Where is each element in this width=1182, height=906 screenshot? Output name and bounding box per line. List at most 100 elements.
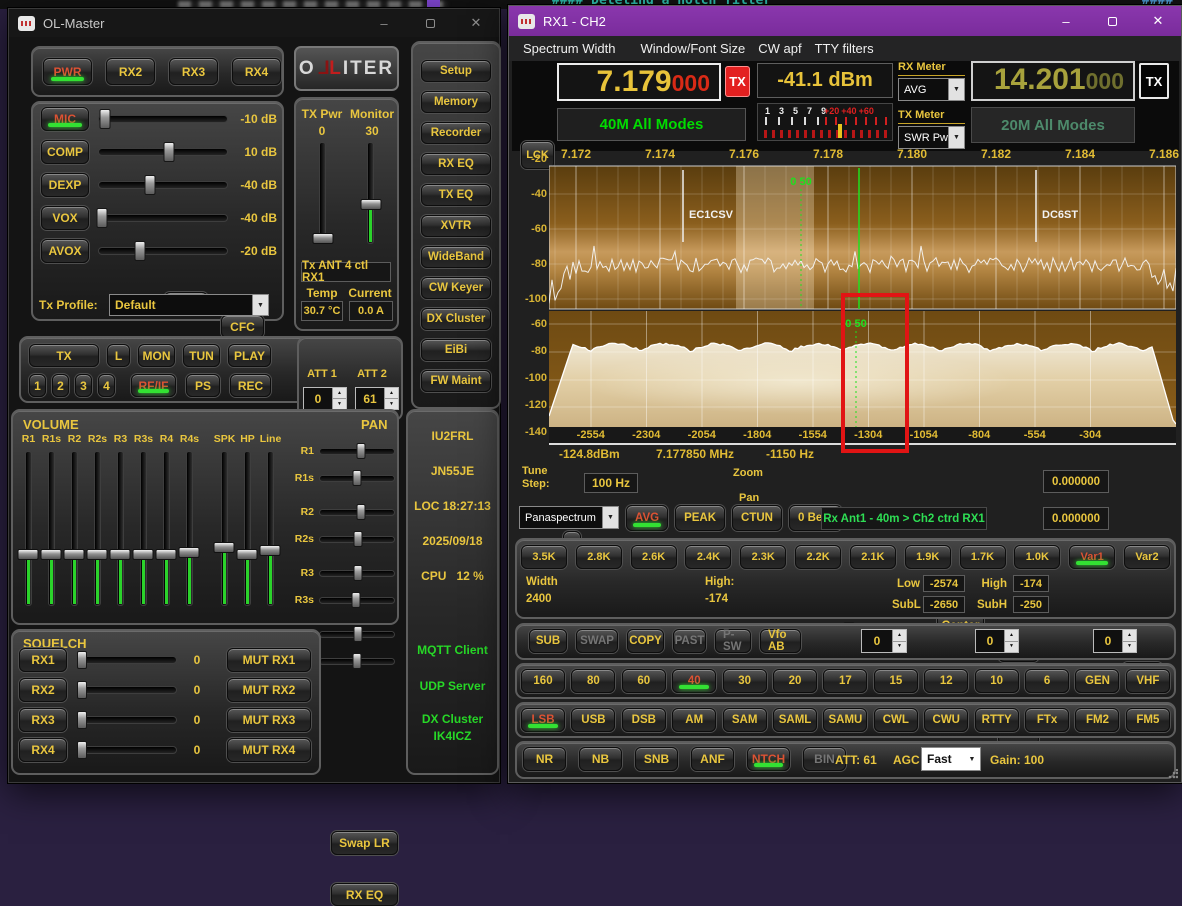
band-17-button[interactable]: 17	[823, 669, 867, 693]
rx-select-rx2-button[interactable]: RX2	[106, 58, 155, 85]
band-160-button[interactable]: 160	[521, 669, 565, 693]
mode-ftx-button[interactable]: FTx	[1025, 708, 1069, 732]
menu-wideband-button[interactable]: WideBand	[421, 246, 491, 268]
band-20-button[interactable]: 20	[773, 669, 817, 693]
tx-profile-select[interactable]: Default▼	[109, 294, 269, 316]
menu-xvtr-button[interactable]: XVTR	[421, 215, 491, 237]
avox-slider[interactable]	[98, 247, 228, 255]
txctl-rf-if-button[interactable]: RF/IF	[131, 374, 176, 397]
mute-rx2-button[interactable]: MUT RX2	[227, 678, 311, 702]
pan-r2s-row[interactable]: R2s	[287, 531, 397, 547]
chevron-down-icon[interactable]: ▼	[964, 748, 980, 770]
filter-2-1k-button[interactable]: 2.1K	[850, 545, 896, 569]
monitor-fader-thumb[interactable]	[360, 199, 381, 210]
rx-title-bar[interactable]: RX1 - CH2 – ✕	[509, 6, 1181, 36]
volume-r4-fader[interactable]	[163, 451, 170, 606]
chevron-down-icon[interactable]: ▼	[602, 507, 618, 528]
txctl-ps-button[interactable]: PS	[186, 374, 220, 397]
ris-down-icon[interactable]: ▼	[1005, 641, 1018, 653]
att1-down-icon[interactable]: ▼	[333, 398, 346, 409]
pan-r2s-slider[interactable]	[319, 536, 395, 543]
dsp-snb-button[interactable]: SNB	[635, 747, 678, 771]
band-10-button[interactable]: 10	[975, 669, 1019, 693]
volume-r2-fader[interactable]	[71, 451, 78, 606]
dexp-button[interactable]: DEXP	[41, 173, 89, 197]
rxsel-1-button[interactable]: 1	[29, 374, 46, 397]
band-40-button[interactable]: 40	[672, 669, 716, 693]
ris-up-icon[interactable]: ▲	[1005, 630, 1018, 641]
att1-up-icon[interactable]: ▲	[333, 388, 346, 398]
pan-r1s-slider[interactable]	[319, 475, 395, 482]
volume-r3[interactable]: R3	[109, 433, 132, 613]
swap-lr-button[interactable]: Swap LR	[331, 831, 398, 855]
ol-close-button[interactable]: ✕	[453, 9, 499, 37]
volume-r2s[interactable]: R2s	[86, 433, 109, 613]
menu-setup-button[interactable]: Setup	[421, 60, 491, 82]
txctl-play-button[interactable]: PLAY	[228, 344, 271, 367]
menu-cw-keyer-button[interactable]: CW Keyer	[421, 277, 491, 299]
volume-r1[interactable]: R1	[17, 433, 40, 613]
filter-1-9k-button[interactable]: 1.9K	[905, 545, 951, 569]
menu-rx-eq-button[interactable]: RX EQ	[421, 153, 491, 175]
squelch-rx3-button[interactable]: RX3	[19, 708, 67, 732]
rit-up-icon[interactable]: ▲	[893, 630, 906, 641]
pan-r1s-row[interactable]: R1s	[287, 470, 397, 486]
squelch-rx2-slider[interactable]	[77, 686, 177, 694]
mode-lsb-button[interactable]: LSB	[521, 708, 565, 732]
volume-r4s-fader[interactable]	[186, 451, 193, 606]
avox-button[interactable]: AVOX	[41, 239, 89, 263]
vfo-op-copy-button[interactable]: COPY	[627, 629, 664, 653]
comp-button[interactable]: COMP	[41, 140, 89, 164]
mode-cwu-button[interactable]: CWU	[924, 708, 968, 732]
mic-slider[interactable]	[98, 115, 228, 123]
menu-dx-cluster-button[interactable]: DX Cluster	[421, 308, 491, 330]
vox-button[interactable]: VOX	[41, 206, 89, 230]
rx-select-pwr-button[interactable]: PWR	[43, 58, 92, 85]
txctl-l-button[interactable]: L	[107, 344, 130, 367]
squelch-rx1-slider[interactable]	[77, 656, 177, 664]
att1-stepper[interactable]: 0▲▼	[303, 387, 347, 410]
band-6-button[interactable]: 6	[1025, 669, 1069, 693]
chevron-down-icon[interactable]: ▼	[252, 295, 268, 315]
menu-eibi-button[interactable]: EiBi	[421, 339, 491, 361]
volume-r4s[interactable]: R4s	[178, 433, 201, 613]
volume-spk[interactable]: SPK	[213, 433, 236, 613]
mute-rx4-button[interactable]: MUT RX4	[227, 738, 311, 762]
rx-minimize-button[interactable]: –	[1043, 6, 1089, 36]
ol-maximize-button[interactable]	[407, 9, 453, 37]
band-80-button[interactable]: 80	[571, 669, 615, 693]
pan-r3s-slider[interactable]	[319, 597, 395, 604]
resize-grip[interactable]	[1168, 769, 1178, 779]
filter-2-4k-button[interactable]: 2.4K	[685, 545, 731, 569]
dsp-ntch-button[interactable]: NTCH	[747, 747, 790, 771]
mode-samu-button[interactable]: SAMU	[823, 708, 867, 732]
xit-up-icon[interactable]: ▲	[1123, 630, 1136, 641]
txctl-tun-button[interactable]: TUN	[183, 344, 220, 367]
volume-spk-fader[interactable]	[221, 451, 228, 606]
rit-stepper[interactable]: 0▲▼	[861, 629, 907, 653]
att2-stepper[interactable]: 61▲▼	[355, 387, 399, 410]
menu-item-cw-apf[interactable]: CW apf	[758, 41, 801, 56]
squelch-rx2-button[interactable]: RX2	[19, 678, 67, 702]
mode-rtty-button[interactable]: RTTY	[975, 708, 1019, 732]
volume-hp-fader[interactable]	[244, 451, 251, 606]
monitor-fader[interactable]	[367, 142, 374, 244]
mode-fm2-button[interactable]: FM2	[1075, 708, 1119, 732]
band-gen-button[interactable]: GEN	[1075, 669, 1119, 693]
menu-fw-maint-button[interactable]: FW Maint	[421, 370, 491, 392]
vox-slider[interactable]	[98, 214, 228, 222]
pan-r2-slider[interactable]	[319, 509, 395, 516]
menu-recorder-button[interactable]: Recorder	[421, 122, 491, 144]
vfo-b-frequency[interactable]: 14.201000	[971, 61, 1135, 101]
volume-r3s[interactable]: R3s	[132, 433, 155, 613]
mode-am-button[interactable]: AM	[672, 708, 716, 732]
vfo-op-sub-button[interactable]: SUB	[529, 629, 567, 653]
menu-tx-eq-button[interactable]: TX EQ	[421, 184, 491, 206]
dexp-slider[interactable]	[98, 181, 228, 189]
pan-r1-row[interactable]: R1	[287, 443, 397, 459]
chevron-down-icon[interactable]: ▼	[948, 79, 964, 100]
rx-close-button[interactable]: ✕	[1135, 6, 1181, 36]
pan-r4s-slider[interactable]	[319, 658, 395, 665]
dexp-row[interactable]: DEXP-40 dB	[41, 173, 277, 197]
vfo-op-swap-button[interactable]: SWAP	[576, 629, 618, 653]
